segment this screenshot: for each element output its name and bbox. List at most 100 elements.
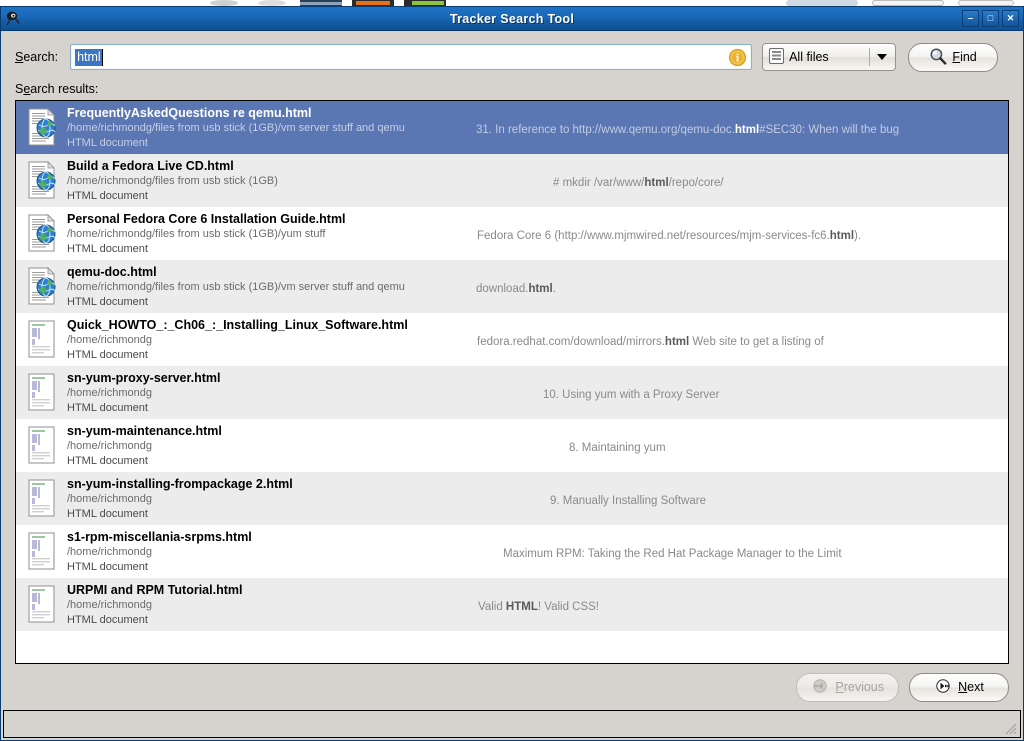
chevron-down-icon[interactable] bbox=[877, 54, 888, 60]
result-title: s1-rpm-miscellania-srpms.html bbox=[67, 529, 252, 544]
result-title: FrequentlyAskedQuestions re qemu.html bbox=[67, 105, 312, 120]
search-input[interactable] bbox=[71, 46, 752, 68]
html-document-icon bbox=[26, 107, 58, 148]
snippet-match: html bbox=[528, 283, 553, 295]
window-titlebar[interactable]: Tracker Search Tool – □ ✕ bbox=[1, 7, 1023, 31]
search-results-panel: FrequentlyAskedQuestions re qemu.html/ho… bbox=[15, 100, 1009, 664]
search-result-row[interactable]: qemu-doc.html/home/richmondg/files from … bbox=[16, 260, 1008, 313]
text-document-icon bbox=[26, 320, 58, 360]
snippet-match: html bbox=[644, 177, 669, 189]
tracker-search-tool-window: Tracker Search Tool – □ ✕ Search: html i bbox=[0, 6, 1024, 741]
bg-decoration bbox=[412, 1, 444, 5]
find-label-mnemonic: F bbox=[952, 50, 961, 64]
result-title: sn-yum-proxy-server.html bbox=[67, 370, 221, 385]
result-title: URPMI and RPM Tutorial.html bbox=[67, 582, 243, 597]
result-text-block: sn-yum-maintenance.html/home/richmondg HT… bbox=[67, 423, 467, 469]
text-document-icon bbox=[26, 426, 58, 466]
text-document-icon bbox=[26, 532, 58, 572]
combobox-separator bbox=[869, 48, 871, 66]
result-title: qemu-doc.html bbox=[67, 264, 157, 279]
result-type: HTML document bbox=[67, 560, 148, 573]
result-path: /home/richmondg bbox=[67, 439, 152, 452]
file-type-combobox[interactable]: All files bbox=[762, 43, 897, 71]
file-type-value: All files bbox=[789, 50, 829, 64]
search-result-row[interactable]: sn-yum-installing-frompackage 2.html/hom… bbox=[16, 472, 1008, 525]
result-snippet: Fedora Core 6 (http://www.mjmwired.net/r… bbox=[477, 230, 862, 242]
result-snippet: Valid HTML! Valid CSS! bbox=[478, 601, 600, 613]
next-label-rest: ext bbox=[967, 680, 984, 694]
result-path: /home/richmondg/files from usb stick (1G… bbox=[67, 121, 405, 134]
result-text-block: URPMI and RPM Tutorial.html/home/richmon… bbox=[67, 582, 467, 628]
result-title: Personal Fedora Core 6 Installation Guid… bbox=[67, 211, 346, 226]
result-path: /home/richmondg bbox=[67, 598, 152, 611]
next-button-label: Next bbox=[958, 680, 984, 694]
result-type: HTML document bbox=[67, 348, 148, 361]
status-bar bbox=[3, 710, 1021, 738]
previous-label-mnemonic: P bbox=[835, 680, 844, 694]
snippet-match: HTML bbox=[505, 601, 538, 613]
maximize-button[interactable]: □ bbox=[982, 10, 999, 27]
window-controls: – □ ✕ bbox=[962, 10, 1019, 27]
result-text-block: Quick_HOWTO_:_Ch06_:_Installing_Linux_So… bbox=[67, 317, 467, 363]
search-result-row[interactable]: sn-yum-maintenance.html/home/richmondg HT… bbox=[16, 419, 1008, 472]
result-path: /home/richmondg bbox=[67, 333, 152, 346]
result-text-block: sn-yum-proxy-server.html/home/richmondg H… bbox=[67, 370, 467, 416]
result-type: HTML document bbox=[67, 295, 148, 308]
result-path: /home/richmondg bbox=[67, 545, 152, 558]
search-result-row[interactable]: URPMI and RPM Tutorial.html/home/richmon… bbox=[16, 578, 1008, 631]
text-caret bbox=[102, 49, 104, 66]
results-label-rest: arch results: bbox=[30, 82, 99, 96]
search-results-list[interactable]: FrequentlyAskedQuestions re qemu.html/ho… bbox=[16, 101, 1008, 631]
window-client-area: Search: html i All files Find Search res… bbox=[1, 31, 1023, 740]
result-snippet: 10. Using yum with a Proxy Server bbox=[543, 389, 720, 401]
text-document-icon bbox=[26, 479, 58, 519]
magnifier-icon bbox=[929, 47, 947, 68]
result-type: HTML document bbox=[67, 401, 148, 414]
result-title: sn-yum-installing-frompackage 2.html bbox=[67, 476, 293, 491]
tracker-app-icon bbox=[5, 10, 22, 27]
previous-label-rest: revious bbox=[843, 680, 884, 694]
search-result-row[interactable]: sn-yum-proxy-server.html/home/richmondg H… bbox=[16, 366, 1008, 419]
search-results-label: Search results: bbox=[1, 73, 1023, 100]
result-text-block: Build a Fedora Live CD.html/home/richmon… bbox=[67, 158, 467, 204]
minimize-button[interactable]: – bbox=[962, 10, 979, 27]
resize-grip-icon[interactable] bbox=[1002, 720, 1018, 736]
file-list-icon bbox=[769, 47, 785, 67]
result-snippet: 8. Maintaining yum bbox=[569, 442, 666, 454]
result-text-block: s1-rpm-miscellania-srpms.html/home/richm… bbox=[67, 529, 467, 575]
result-type: HTML document bbox=[67, 507, 148, 520]
svg-text:i: i bbox=[736, 53, 740, 64]
find-button[interactable]: Find bbox=[908, 42, 999, 72]
result-text-block: sn-yum-installing-frompackage 2.html/hom… bbox=[67, 476, 467, 522]
next-button[interactable]: Next bbox=[909, 672, 1009, 702]
result-snippet: # mkdir /var/www/html/repo/core/ bbox=[553, 177, 724, 189]
result-snippet: 9. Manually Installing Software bbox=[550, 495, 706, 507]
search-result-row[interactable]: Quick_HOWTO_:_Ch06_:_Installing_Linux_So… bbox=[16, 313, 1008, 366]
bg-decoration bbox=[300, 2, 342, 5]
pagination-controls: Previous Next bbox=[1, 664, 1023, 710]
search-result-row[interactable]: Build a Fedora Live CD.html/home/richmon… bbox=[16, 154, 1008, 207]
snippet-match: html bbox=[664, 336, 690, 348]
result-type: HTML document bbox=[67, 613, 148, 626]
previous-button[interactable]: Previous bbox=[796, 672, 899, 702]
result-title: Build a Fedora Live CD.html bbox=[67, 158, 234, 173]
snippet-match: html bbox=[829, 230, 855, 242]
text-document-icon bbox=[26, 373, 58, 413]
result-type: HTML document bbox=[67, 242, 148, 255]
close-button[interactable]: ✕ bbox=[1002, 10, 1019, 27]
info-icon[interactable]: i bbox=[728, 48, 747, 67]
result-path: /home/richmondg bbox=[67, 492, 152, 505]
result-snippet: 31. In reference to http://www.qemu.org/… bbox=[476, 124, 900, 136]
result-path: /home/richmondg/files from usb stick (1G… bbox=[67, 227, 326, 240]
result-snippet: download.html. bbox=[476, 283, 556, 295]
snippet-match: html bbox=[734, 124, 760, 136]
search-result-row[interactable]: FrequentlyAskedQuestions re qemu.html/ho… bbox=[16, 101, 1008, 154]
result-text-block: Personal Fedora Core 6 Installation Guid… bbox=[67, 211, 467, 257]
next-label-mnemonic: N bbox=[958, 680, 968, 694]
result-type: HTML document bbox=[67, 454, 148, 467]
search-result-row[interactable]: s1-rpm-miscellania-srpms.html/home/richm… bbox=[16, 525, 1008, 578]
search-field-wrapper[interactable]: html i bbox=[70, 44, 753, 70]
html-document-icon bbox=[26, 160, 58, 201]
result-path: /home/richmondg bbox=[67, 386, 152, 399]
search-result-row[interactable]: Personal Fedora Core 6 Installation Guid… bbox=[16, 207, 1008, 260]
